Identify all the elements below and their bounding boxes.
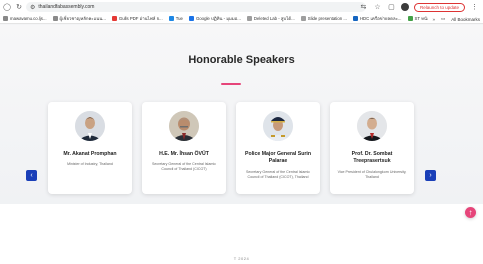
speaker-portrait-icon [75,111,105,141]
speaker-portrait-icon [263,111,293,141]
speaker-portrait-icon [169,111,199,141]
speaker-role: Minister of Industry, Thailand [67,162,113,166]
bookmarks-bar: mawavamu.co.ljs... ผู้เชี่ยวชาญหลักคะแนน… [0,14,483,24]
speaker-card[interactable]: H.E. Mr. İhsan ÖVÜT Secretary General of… [142,102,226,194]
bookmark-item[interactable]: Google ปฏิทิน - มุมมอ... [188,15,241,22]
speaker-name: Mr. Akanat Promphan [63,151,117,157]
speaker-card[interactable]: Prof. Dr. Sombat Treeprasertsuk Vice Pre… [330,102,414,194]
address-bar[interactable]: ⚙ thailandfabassembly.com [26,2,366,12]
bookmark-item[interactable]: mawavamu.co.ljs... [3,16,47,21]
speaker-card[interactable]: Mr. Akanat Promphan Minister of Industry… [48,102,132,194]
bookmark-item[interactable]: Slide presentation ... [300,16,347,21]
menu-icon[interactable]: ⋮ [470,3,479,11]
footer-section [0,204,483,264]
speaker-card[interactable]: Police Major General Surin Palarae Secre… [236,102,320,194]
speaker-name: H.E. Mr. İhsan ÖVÜT [159,151,209,157]
speaker-portrait-icon [357,111,387,141]
carousel-prev-button[interactable]: ‹ [26,170,37,181]
speaker-role: Secretary General of the Central Islamic… [152,162,216,171]
speaker-photo [169,111,199,141]
speaker-photo [263,111,293,141]
back-icon[interactable]: ◯ [2,2,12,12]
speaker-photo [75,111,105,141]
bookmark-item[interactable]: Gulls PDF อ่านไฟล์ จ... [111,15,163,22]
speaker-role: Vice President of Chulalongkorn Universi… [337,170,407,179]
bookmark-favicon-icon [111,16,117,21]
translate-icon[interactable]: ⇆ [359,3,368,11]
bookmark-favicon-icon [168,16,174,21]
bookmark-favicon-icon [52,16,58,21]
title-underline [221,83,241,85]
bookmark-item[interactable]: Tue [168,16,183,21]
bookmarks-overflow: » ▭ All Bookmarks [428,14,480,23]
speaker-photo [357,111,387,141]
sidebar-icon[interactable]: ▢ [387,3,396,11]
site-info-icon[interactable]: ⚙ [30,4,35,11]
more-bookmarks-button[interactable]: » [432,17,435,22]
toolbar-actions: ⇆ ☆ ▢ Relaunch to update ⋮ [359,2,479,12]
all-bookmarks-link[interactable]: All Bookmarks [451,17,480,22]
relaunch-button[interactable]: Relaunch to update [413,2,465,12]
bookmark-favicon-icon [188,16,194,21]
bookmark-favicon-icon [300,16,306,21]
star-icon[interactable]: ☆ [373,3,382,11]
carousel-next-button[interactable]: › [425,170,436,181]
bookmark-item[interactable]: HDC เครือข่ายลดละ... [352,15,402,22]
scroll-top-button[interactable]: ↑ [465,207,476,218]
bookmark-item[interactable]: ผู้เชี่ยวชาญหลักคะแนน... [52,15,106,22]
section-title: Honorable Speakers [188,54,295,66]
folder-icon: ▭ [440,16,446,21]
browser-toolbar: ◯ ↻ ⚙ thailandfabassembly.com ⇆ ☆ ▢ Rela… [0,0,483,14]
bookmark-favicon-icon [352,16,358,21]
profile-avatar[interactable] [400,3,409,11]
reload-icon[interactable]: ↻ [14,2,24,12]
bookmark-favicon-icon [407,16,413,21]
url-text: thailandfabassembly.com [38,4,95,10]
bookmark-favicon-icon [3,16,8,21]
bookmark-favicon-icon [246,16,252,21]
speaker-name: Police Major General Surin Palarae [244,151,312,164]
bookmark-item[interactable]: Deleted Lab - สูบได้... [246,15,295,22]
footer-text: T 2024 [233,256,250,261]
speaker-name: Prof. Dr. Sombat Treeprasertsuk [351,151,393,164]
speaker-role: Secretary General of the Central Islamic… [246,170,310,179]
